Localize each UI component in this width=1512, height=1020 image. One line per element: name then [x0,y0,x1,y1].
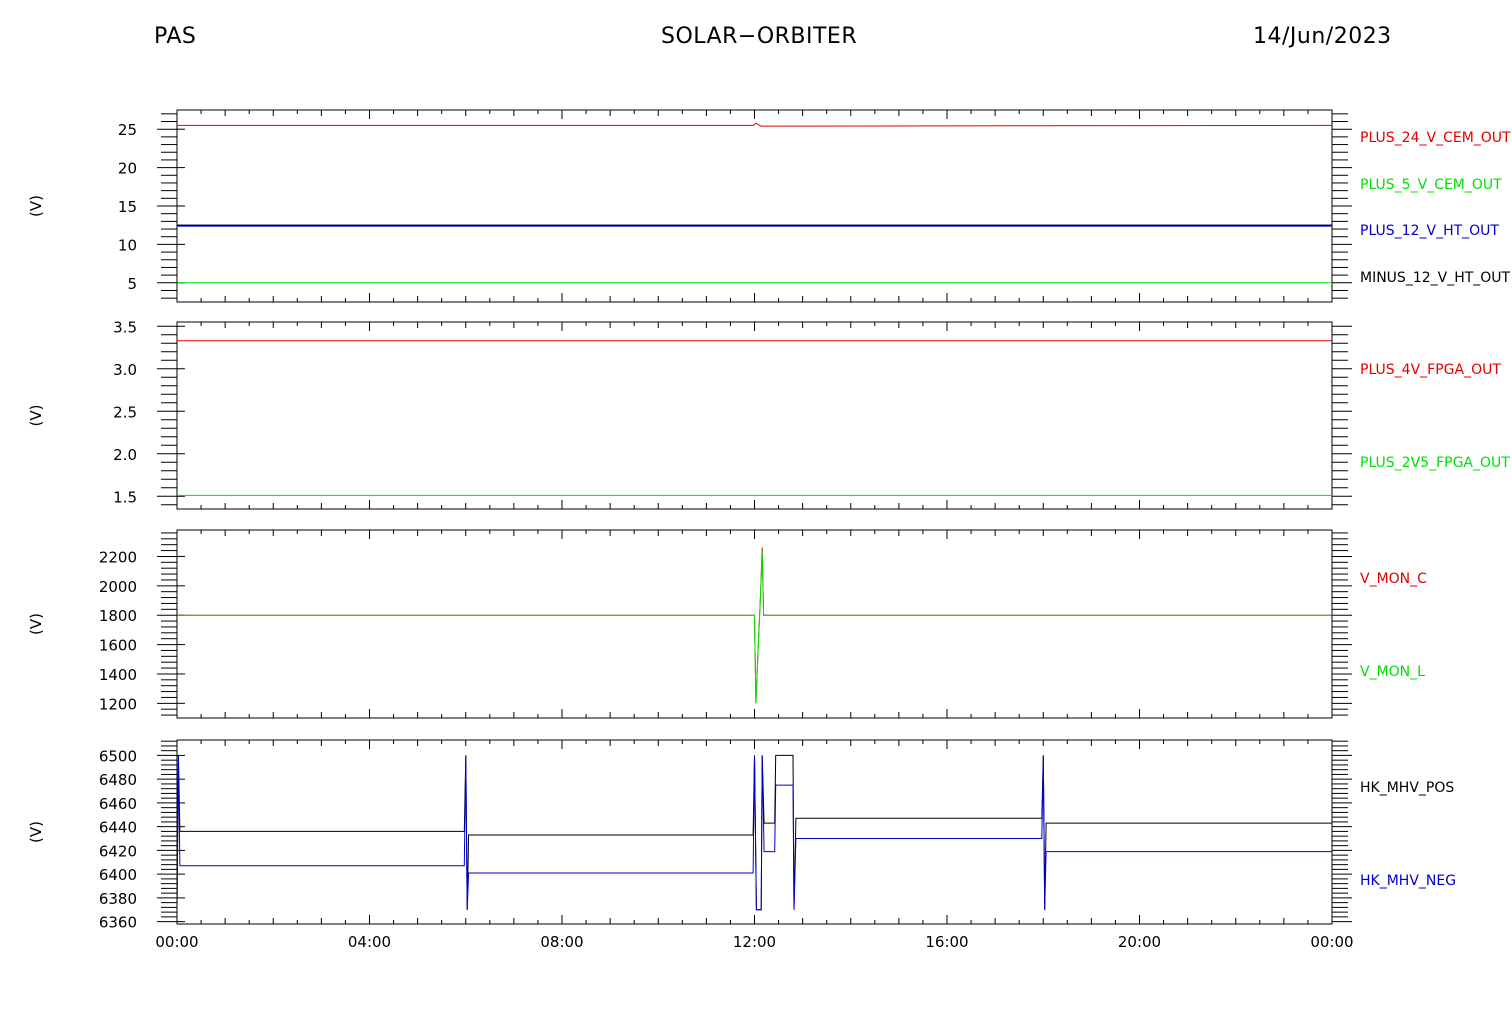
y-tick-label: 2000 [99,578,137,596]
y-tick-label: 1400 [99,666,137,684]
y-tick-label: 6420 [99,842,137,860]
y-tick-label: 3.0 [113,361,137,379]
legend-label-hk-mhv-neg: HK_MHV_NEG [1360,873,1456,889]
y-tick-label: 2.0 [113,446,137,464]
legend-label-minus-12-v-ht-out: MINUS_12_V_HT_OUT [1360,270,1511,286]
y-tick-label: 15 [118,198,137,216]
y-axis-label: (V) [27,613,45,635]
panel-frame [176,321,1333,510]
y-tick-label: 6400 [99,866,137,884]
y-tick-label: 1200 [99,695,137,713]
y-axis-label: (V) [27,405,45,427]
y-tick-label: 6440 [99,819,137,837]
x-tick-label: 12:00 [733,933,776,951]
legend-label-plus-5-v-cem-out: PLUS_5_V_CEM_OUT [1360,177,1502,193]
y-tick-label: 10 [118,236,137,254]
series-line-hk-mhv-neg [177,755,1332,911]
y-tick-label: 6500 [99,747,137,765]
legend-label-plus-24-v-cem-out: PLUS_24_V_CEM_OUT [1360,130,1511,146]
x-tick-label: 00:00 [1310,933,1353,951]
y-tick-label: 6480 [99,771,137,789]
y-tick-label: 5 [127,275,137,293]
y-tick-label: 3.5 [113,318,137,336]
x-tick-label: 20:00 [1118,933,1161,951]
legend-label-v-mon-l: V_MON_L [1360,664,1425,680]
legend-label-hk-mhv-pos: HK_MHV_POS [1360,780,1454,796]
y-tick-label: 6460 [99,795,137,813]
housekeeping-voltage-chart: 5 10 15 20 25 (V) PLUS_24_V_CEM_OUT PLUS_5_V_CE… [27,109,1511,951]
y-axis-label: (V) [27,195,45,217]
y-tick-label: 1.5 [113,488,137,506]
legend-label-v-mon-c: V_MON_C [1360,571,1427,587]
y-tick-label: 6380 [99,890,137,908]
panel-frame [176,109,1333,303]
x-tick-label: 08:00 [540,933,583,951]
series-line-plus-24-v-cem-out [177,122,1332,127]
y-tick-label: 20 [118,160,137,178]
legend-label-plus-4v-fpga-out: PLUS_4V_FPGA_OUT [1360,362,1501,378]
y-axis-label: (V) [27,821,45,843]
y-tick-label: 25 [118,121,137,139]
x-tick-label: 16:00 [925,933,968,951]
series-line-v-mon-l [177,550,1332,704]
y-tick-label: 2.5 [113,403,137,421]
y-tick-label: 6360 [99,914,137,932]
x-tick-label: 04:00 [348,933,391,951]
y-tick-label: 1800 [99,607,137,625]
x-tick-label: 00:00 [155,933,198,951]
y-tick-label: 1600 [99,637,137,655]
y-tick-label: 2200 [99,548,137,566]
legend-label-plus-12-v-ht-out: PLUS_12_V_HT_OUT [1360,223,1499,239]
legend-label-plus-2v5-fpga-out: PLUS_2V5_FPGA_OUT [1360,455,1510,471]
